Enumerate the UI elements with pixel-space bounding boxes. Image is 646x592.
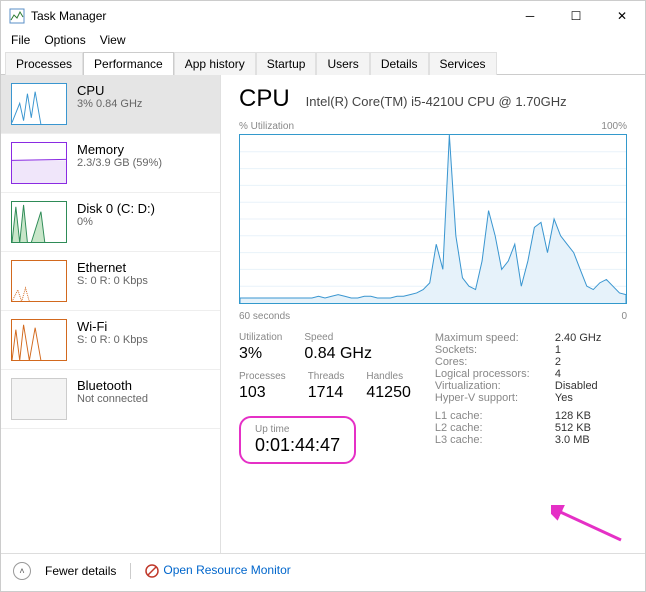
tab-startup[interactable]: Startup: [256, 52, 317, 75]
maximize-button[interactable]: ☐: [553, 1, 599, 31]
chevron-up-icon[interactable]: ˄: [13, 562, 31, 580]
sidebar-cpu-sub: 3% 0.84 GHz: [77, 98, 142, 110]
stat-speed-label: Speed: [304, 332, 372, 343]
sidebar-ethernet-name: Ethernet: [77, 260, 148, 275]
cpu-info-table: Maximum speed:2.40 GHz Sockets:1 Cores:2…: [435, 332, 601, 464]
tab-app-history[interactable]: App history: [174, 52, 256, 75]
uptime-highlight: Up time 0:01:44:47: [239, 416, 356, 464]
sidebar-ethernet-sub: S: 0 R: 0 Kbps: [77, 275, 148, 287]
footer: ˄ Fewer details Open Resource Monitor: [1, 553, 645, 587]
tabs: Processes Performance App history Startu…: [1, 51, 645, 75]
menu-file[interactable]: File: [11, 33, 30, 47]
sidebar-item-wifi[interactable]: Wi-FiS: 0 R: 0 Kbps: [1, 311, 220, 370]
fewer-details-link[interactable]: Fewer details: [45, 564, 116, 578]
stat-utilization-label: Utilization: [239, 332, 282, 343]
sidebar-item-bluetooth[interactable]: BluetoothNot connected: [1, 370, 220, 429]
stat-utilization-value: 3%: [239, 345, 282, 363]
sidebar-cpu-name: CPU: [77, 83, 142, 98]
cpu-description: Intel(R) Core(TM) i5-4210U CPU @ 1.70GHz: [306, 94, 567, 109]
sidebar-disk-name: Disk 0 (C: D:): [77, 201, 155, 216]
window-title: Task Manager: [31, 9, 507, 23]
sidebar-disk-sub: 0%: [77, 216, 155, 228]
sidebar-wifi-name: Wi-Fi: [77, 319, 148, 334]
stat-uptime-value: 0:01:44:47: [255, 435, 340, 456]
sidebar-wifi-sub: S: 0 R: 0 Kbps: [77, 334, 148, 346]
close-button[interactable]: ✕: [599, 1, 645, 31]
titlebar: Task Manager ─ ☐ ✕: [1, 1, 645, 31]
stat-uptime-label: Up time: [255, 424, 340, 435]
chart-ymax: 100%: [601, 121, 627, 132]
menubar: File Options View: [1, 31, 645, 51]
tab-services[interactable]: Services: [429, 52, 497, 75]
sidebar-item-cpu[interactable]: CPU3% 0.84 GHz: [1, 75, 220, 134]
stat-threads-label: Threads: [308, 371, 345, 382]
open-resource-monitor-link[interactable]: Open Resource Monitor: [145, 563, 290, 578]
stat-processes-label: Processes: [239, 371, 286, 382]
menu-options[interactable]: Options: [44, 33, 85, 47]
annotation-arrow-icon: [551, 505, 631, 545]
menu-view[interactable]: View: [100, 33, 126, 47]
resource-monitor-icon: [145, 564, 159, 578]
app-icon: [9, 8, 25, 24]
tab-users[interactable]: Users: [316, 52, 369, 75]
stat-processes-value: 103: [239, 384, 286, 402]
main-panel: CPU Intel(R) Core(TM) i5-4210U CPU @ 1.7…: [221, 75, 645, 553]
tab-details[interactable]: Details: [370, 52, 429, 75]
chart-xleft: 60 seconds: [239, 311, 290, 322]
chart-ylabel: % Utilization: [239, 121, 294, 132]
sidebar: CPU3% 0.84 GHz Memory2.3/3.9 GB (59%) Di…: [1, 75, 221, 553]
chart-xright: 0: [621, 311, 627, 322]
sidebar-item-memory[interactable]: Memory2.3/3.9 GB (59%): [1, 134, 220, 193]
tab-processes[interactable]: Processes: [5, 52, 83, 75]
page-title: CPU: [239, 85, 290, 113]
sidebar-bluetooth-name: Bluetooth: [77, 378, 148, 393]
stat-handles-value: 41250: [366, 384, 411, 402]
sidebar-item-disk[interactable]: Disk 0 (C: D:)0%: [1, 193, 220, 252]
cpu-chart: [239, 134, 627, 304]
sidebar-bluetooth-sub: Not connected: [77, 393, 148, 405]
minimize-button[interactable]: ─: [507, 1, 553, 31]
stat-threads-value: 1714: [308, 384, 345, 402]
sidebar-memory-sub: 2.3/3.9 GB (59%): [77, 157, 162, 169]
sidebar-memory-name: Memory: [77, 142, 162, 157]
sidebar-item-ethernet[interactable]: EthernetS: 0 R: 0 Kbps: [1, 252, 220, 311]
tab-performance[interactable]: Performance: [83, 52, 174, 75]
stat-speed-value: 0.84 GHz: [304, 345, 372, 363]
separator: [130, 563, 131, 579]
stat-handles-label: Handles: [366, 371, 411, 382]
